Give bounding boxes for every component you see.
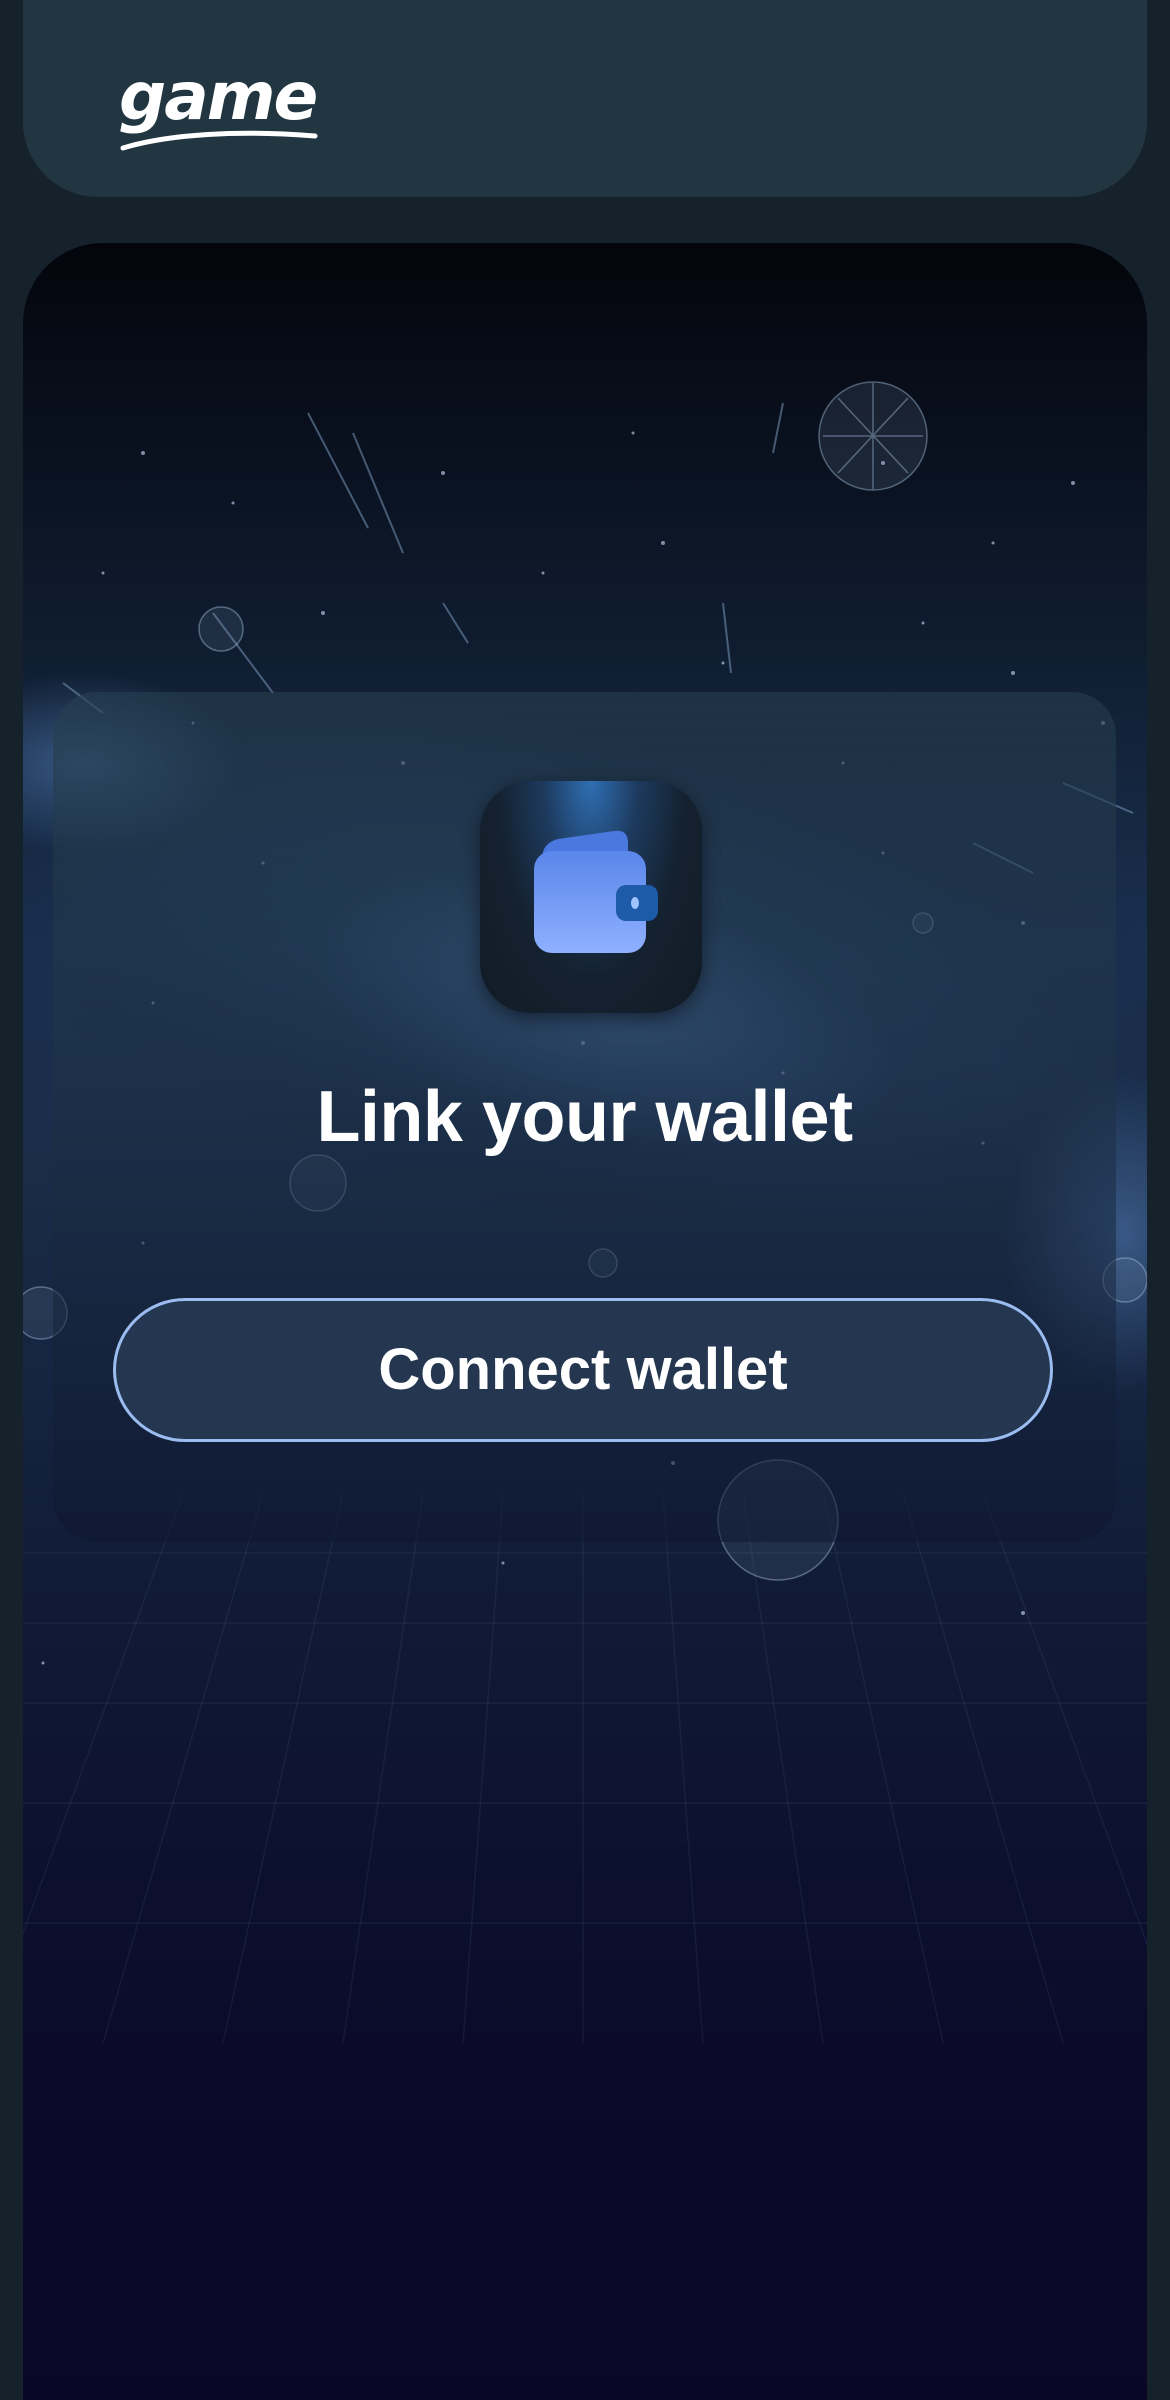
logo-swoosh — [120, 130, 318, 151]
wallet-glyph — [534, 830, 658, 953]
wallet-icon — [480, 781, 702, 1013]
logo-text: game — [119, 58, 318, 135]
top-header: game — [23, 0, 1147, 197]
main-panel: Link your wallet Connect wallet — [23, 243, 1147, 2400]
link-wallet-title: Link your wallet — [316, 1077, 853, 1157]
app-screen: game Link your wallet Connect wallet — [0, 0, 1170, 2400]
link-wallet-card: Link your wallet Connect wallet — [53, 692, 1116, 1542]
game-logo[interactable]: game — [119, 64, 319, 154]
connect-wallet-button[interactable]: Connect wallet — [113, 1298, 1053, 1442]
